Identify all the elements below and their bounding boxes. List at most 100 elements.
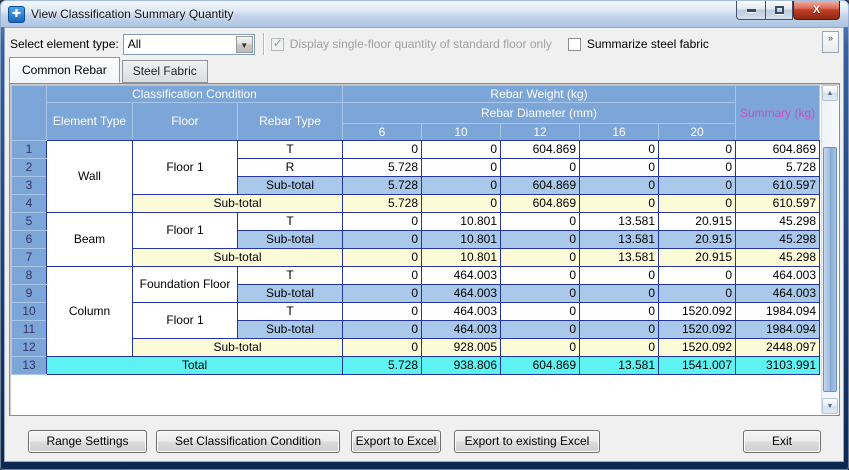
toolbar: Select element type: All ▼ Display singl…	[5, 30, 843, 58]
row-number: 9	[12, 285, 47, 303]
grid-cell: Foundation Floor	[133, 267, 238, 303]
minimize-icon	[747, 9, 756, 12]
grid-cell: 13.581	[580, 213, 659, 231]
dialog-window: ✚ View Classification Summary Quantity X…	[0, 0, 849, 470]
scroll-up-button[interactable]: ▲	[822, 85, 838, 101]
col-header-diameter-12: 12	[501, 124, 580, 141]
grid-cell: Floor 1	[133, 213, 238, 249]
range-settings-button[interactable]: Range Settings	[28, 430, 147, 453]
tab-common-rebar[interactable]: Common Rebar	[9, 57, 120, 83]
grid-cell: 0	[659, 177, 736, 195]
window-title: View Classification Summary Quantity	[31, 7, 234, 21]
single-floor-checkbox-label: Display single-floor quantity of standar…	[290, 37, 552, 51]
grid-cell: 1520.092	[659, 303, 736, 321]
expand-button[interactable]: »	[822, 31, 839, 53]
table-row: 10Floor 1T0464.003001520.0921984.094	[12, 303, 820, 321]
grid-cell: 464.003	[736, 285, 820, 303]
export-to-existing-excel-button[interactable]: Export to existing Excel	[454, 430, 600, 453]
export-to-excel-button[interactable]: Export to Excel	[351, 430, 441, 453]
grid-cell: Sub-total	[238, 285, 343, 303]
row-number: 7	[12, 249, 47, 267]
exit-button[interactable]: Exit	[743, 430, 821, 453]
grid-cell: 0	[501, 285, 580, 303]
grid-cell: 1984.094	[736, 321, 820, 339]
grid-cell: 0	[580, 303, 659, 321]
grid-cell: 464.003	[422, 303, 501, 321]
grid-cell: 604.869	[501, 177, 580, 195]
title-bar[interactable]: ✚ View Classification Summary Quantity X	[1, 1, 848, 27]
col-header-rebar-diameter: Rebar Diameter (mm)	[343, 103, 736, 124]
grid-cell: Sub-total	[238, 177, 343, 195]
grid-cell: 20.915	[659, 231, 736, 249]
grid-cell: 1520.092	[659, 321, 736, 339]
row-number: 1	[12, 141, 47, 159]
grid-cell: Sub-total	[133, 195, 343, 213]
grid-cell: 604.869	[501, 195, 580, 213]
scrollbar-thumb[interactable]	[823, 147, 837, 392]
grid-cell: 10.801	[422, 249, 501, 267]
set-classification-condition-button[interactable]: Set Classification Condition	[156, 430, 340, 453]
tab-strip: Common Rebar Steel Fabric	[9, 59, 210, 83]
grid-cell: 10.801	[422, 213, 501, 231]
minimize-button[interactable]	[736, 1, 765, 20]
grid-cell: 1984.094	[736, 303, 820, 321]
grid-cell: 938.806	[422, 357, 501, 375]
grid-cell: 0	[343, 339, 422, 357]
grid-cell: 0	[343, 213, 422, 231]
table-row: 7Sub-total010.801013.58120.91545.298	[12, 249, 820, 267]
grid-cell: 610.597	[736, 195, 820, 213]
chevron-down-icon[interactable]: ▼	[236, 36, 253, 53]
grid-cell: Sub-total	[133, 339, 343, 357]
grid-cell: Sub-total	[238, 231, 343, 249]
grid-cell: 0	[580, 285, 659, 303]
table-row: 8ColumnFoundation FloorT0464.003000464.0…	[12, 267, 820, 285]
col-header-diameter-10: 10	[422, 124, 501, 141]
row-number: 2	[12, 159, 47, 177]
row-number: 11	[12, 321, 47, 339]
row-number: 6	[12, 231, 47, 249]
grid-cell: 0	[501, 303, 580, 321]
app-icon: ✚	[8, 6, 25, 23]
maximize-button[interactable]	[765, 1, 793, 20]
grid-cell: 0	[343, 303, 422, 321]
steel-fabric-checkbox[interactable]	[568, 38, 581, 51]
grid-cell: 604.869	[501, 357, 580, 375]
table-row: 12Sub-total0928.005001520.0922448.097	[12, 339, 820, 357]
grid-cell: 464.003	[422, 285, 501, 303]
grid-cell: T	[238, 303, 343, 321]
grid-cell: 20.915	[659, 213, 736, 231]
grid-cell: 604.869	[501, 141, 580, 159]
grid-cell: 0	[580, 177, 659, 195]
tab-steel-fabric[interactable]: Steel Fabric	[122, 60, 208, 83]
grid-cell: 0	[501, 159, 580, 177]
data-grid: Classification Condition Rebar Weight (k…	[11, 85, 820, 375]
col-header-floor: Floor	[133, 103, 238, 141]
grid-cell: R	[238, 159, 343, 177]
grid-cell: 0	[501, 249, 580, 267]
grid-cell: T	[238, 141, 343, 159]
grid-cell: 5.728	[343, 177, 422, 195]
client-area: Select element type: All ▼ Display singl…	[4, 27, 844, 462]
row-number: 13	[12, 357, 47, 375]
scroll-down-button[interactable]: ▼	[822, 398, 838, 414]
vertical-scrollbar[interactable]: ▲ ▼	[821, 85, 838, 414]
table-row: 1WallFloor 1T00604.86900604.869	[12, 141, 820, 159]
table-row: 4Sub-total5.7280604.86900610.597	[12, 195, 820, 213]
grid-cell: Column	[47, 267, 133, 357]
grid-cell: 2448.097	[736, 339, 820, 357]
grid-cell: 0	[343, 249, 422, 267]
col-header-diameter-16: 16	[580, 124, 659, 141]
grid-cell: 45.298	[736, 213, 820, 231]
element-type-select[interactable]: All ▼	[123, 34, 255, 55]
single-floor-checkbox	[271, 38, 284, 51]
grid-cell: 0	[343, 285, 422, 303]
close-button[interactable]: X	[793, 1, 840, 20]
grid-cell: 0	[659, 285, 736, 303]
col-header-element-type: Element Type	[47, 103, 133, 141]
grid-cell: 10.801	[422, 231, 501, 249]
grid-cell: 0	[580, 339, 659, 357]
col-header-classification-condition: Classification Condition	[47, 86, 343, 103]
row-number: 12	[12, 339, 47, 357]
grid-cell: 610.597	[736, 177, 820, 195]
grid-cell: 45.298	[736, 231, 820, 249]
